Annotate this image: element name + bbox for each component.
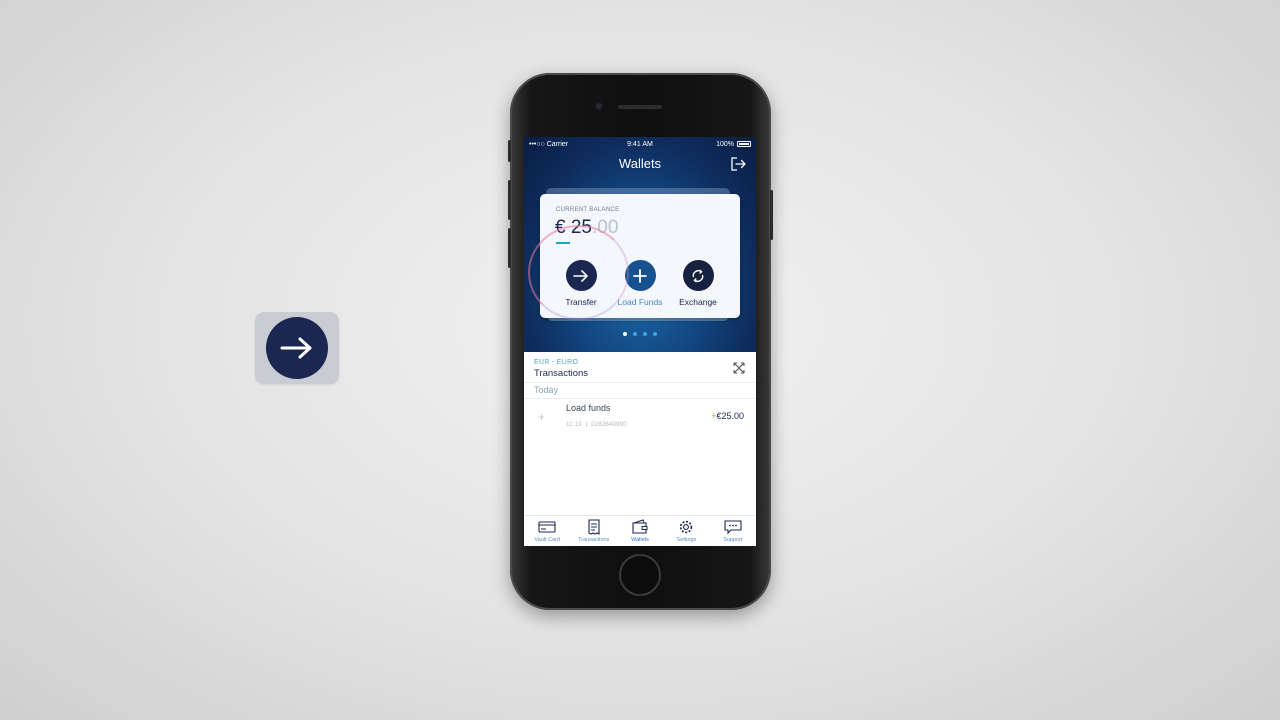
date-group-label: Today (534, 385, 559, 395)
tab-wallets[interactable]: Wallets (617, 516, 663, 546)
arrow-right-icon (266, 317, 328, 379)
logout-icon[interactable] (730, 156, 746, 172)
divider (524, 398, 756, 399)
volume-up-button (508, 180, 511, 220)
tab-label: Wallets (631, 537, 649, 543)
page-dot[interactable] (653, 332, 657, 336)
transactions-title: Transactions (534, 368, 589, 379)
volume-down-button (508, 228, 511, 268)
transaction-value: €25.00 (716, 411, 744, 421)
balance-label: CURRENT BALANCE (556, 207, 620, 213)
exchange-label: Exchange (679, 297, 717, 307)
tab-settings[interactable]: Settings (663, 516, 709, 546)
transactions-header: EUR - EURO Transactions (534, 359, 588, 379)
tab-bar: Vault Card Transactions Wallets Settings (524, 515, 756, 546)
tab-label: Vault Card (534, 537, 560, 543)
transaction-ref: 2282640900 (590, 421, 627, 428)
exchange-button[interactable]: Exchange (670, 260, 726, 307)
tab-label: Support (723, 537, 743, 543)
divider (524, 382, 756, 383)
wallet-icon (632, 519, 648, 534)
mute-switch (508, 140, 511, 162)
tap-indicator-ring (528, 225, 629, 320)
tab-support[interactable]: Support (710, 516, 756, 546)
home-button[interactable] (619, 554, 661, 596)
card-icon (538, 521, 556, 533)
tab-transactions[interactable]: Transactions (570, 516, 616, 546)
receipt-icon (588, 519, 600, 535)
expand-icon[interactable] (732, 361, 746, 375)
plus-icon (624, 260, 656, 291)
page-indicator[interactable] (524, 332, 756, 336)
highlighted-transfer-tile (255, 312, 339, 384)
earpiece-speaker (618, 105, 662, 109)
page-dot[interactable] (643, 332, 647, 336)
plus-icon: + (538, 410, 546, 424)
app-screen: •••○○ Carrier 9:41 AM 100% Wallets CURRE… (524, 137, 756, 546)
tab-label: Settings (676, 537, 697, 543)
status-bar: •••○○ Carrier 9:41 AM 100% (524, 137, 756, 151)
chat-icon (724, 520, 742, 535)
transaction-amount: +€25.00 (711, 411, 744, 421)
transaction-time: 11:19 (566, 421, 582, 428)
wallet-currency: EUR - EURO (534, 359, 579, 366)
tab-vault-card[interactable]: Vault Card (524, 516, 570, 546)
transaction-row[interactable]: + Load funds 11:19 | 2282640900 +€25.00 (524, 400, 756, 440)
exchange-icon (682, 260, 714, 291)
gear-icon (680, 520, 693, 534)
tab-label: Transactions (577, 537, 610, 543)
front-camera (595, 102, 603, 110)
page-dot[interactable] (633, 332, 637, 336)
page-title: Wallets (618, 156, 662, 171)
page-dot[interactable] (623, 332, 627, 336)
power-button (770, 190, 773, 240)
clock: 9:41 AM (627, 140, 653, 148)
transaction-meta: 11:19 | 2282640900 (566, 421, 627, 428)
transaction-name: Load funds (566, 403, 611, 413)
battery-icon (737, 141, 751, 147)
